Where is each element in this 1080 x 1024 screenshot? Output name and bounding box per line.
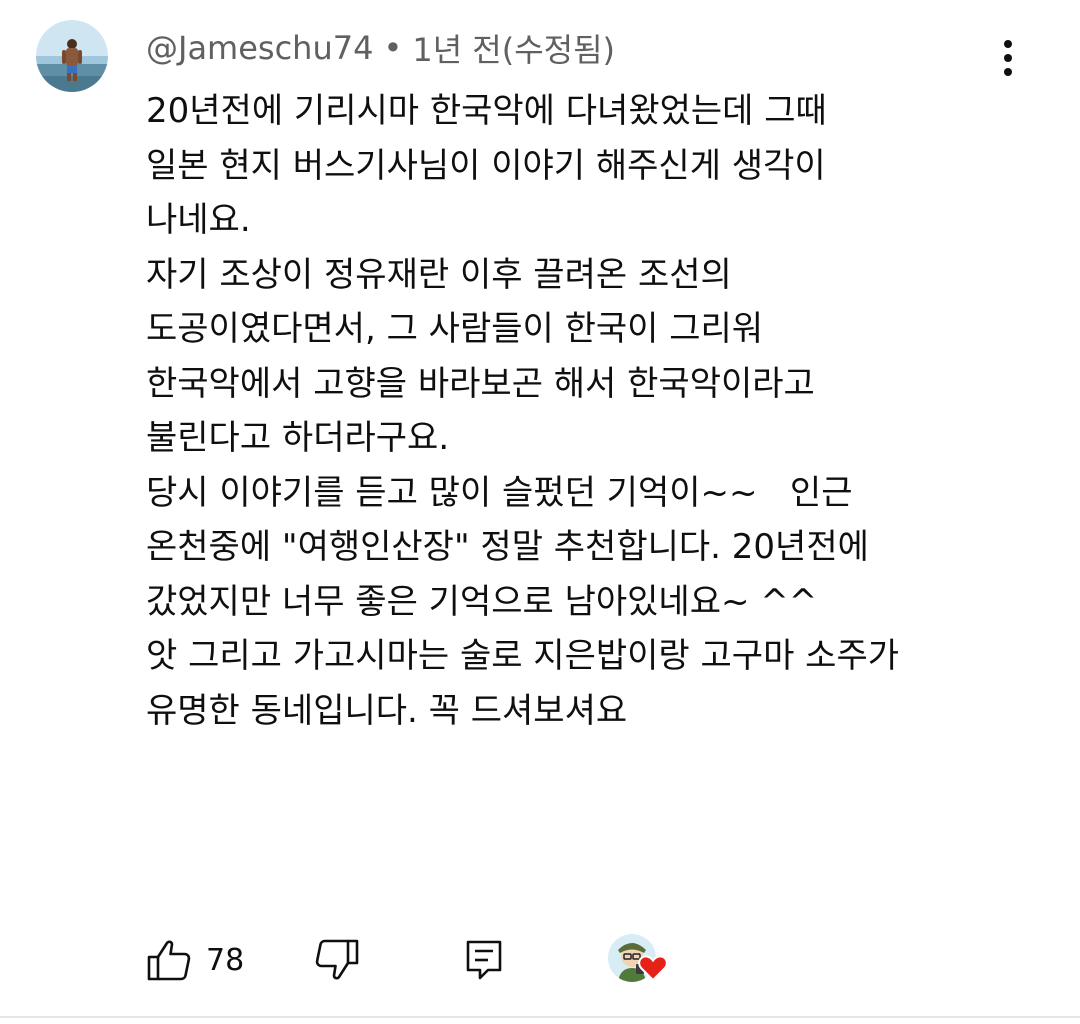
- comment-line: 유명한 동네입니다. 꼭 드셔보셔요: [146, 690, 628, 731]
- like-count: 78: [206, 942, 245, 978]
- thumb-up-icon: [147, 940, 191, 981]
- comment-actions: 78: [146, 928, 1046, 992]
- comment-body: 20년전에 기리시마 한국악에 다녀왔었는데 그때 일본 현지 버스기사님이 이…: [146, 84, 1056, 738]
- author-handle[interactable]: @Jameschu74: [146, 29, 373, 67]
- comment-line: 일본 현지 버스기사님이 이야기 해주신게 생각이: [146, 145, 826, 186]
- dislike-button[interactable]: [314, 928, 360, 992]
- reply-icon: [466, 940, 502, 980]
- author-avatar[interactable]: [36, 20, 108, 92]
- bottom-divider: [0, 1016, 1080, 1018]
- comment-line: 앗 그리고 가고시마는 술로 지은밥이랑 고구마 소주가: [146, 636, 900, 676]
- comment-line: 한국악에서 고향을 바라보곤 해서 한국악이라고: [146, 363, 815, 404]
- comment-line: 20년전에 기리시마 한국악에 다녀왔었는데 그때: [146, 91, 827, 131]
- heart-icon: [638, 955, 668, 982]
- comment-timestamp: 1년 전(수정됨): [412, 31, 616, 69]
- comment-line: 나네요.: [146, 200, 251, 240]
- comment-line: 갔었지만 너무 좋은 기억으로 남아있네요~ ^^: [146, 581, 818, 622]
- comment-line: 자기 조상이 정유재란 이후 끌려온 조선의: [146, 254, 732, 295]
- thumb-down-icon: [315, 939, 359, 980]
- author-avatar-image: [36, 20, 108, 92]
- reply-button[interactable]: [464, 928, 504, 992]
- more-options-button[interactable]: [984, 34, 1032, 82]
- comment-line: 당시 이야기를 듣고 많이 슬펐던 기억이~~ 인근: [146, 472, 853, 513]
- comment-line: 도공이였다면서, 그 사람들이 한국이 그리워: [146, 309, 764, 349]
- more-vert-icon: [1004, 40, 1012, 76]
- comment-meta: @Jameschu74 • 1년 전(수정됨): [146, 26, 615, 70]
- comment-line: 불린다고 하더라구요.: [146, 418, 450, 458]
- meta-separator: •: [383, 29, 403, 67]
- like-button[interactable]: 78: [146, 928, 244, 992]
- comment-thread: @Jameschu74 • 1년 전(수정됨) 20년전에 기리시마 한국악에 …: [0, 0, 1080, 1024]
- comment-line: 온천중에 "여행인산장" 정말 추천합니다. 20년전에: [146, 527, 869, 567]
